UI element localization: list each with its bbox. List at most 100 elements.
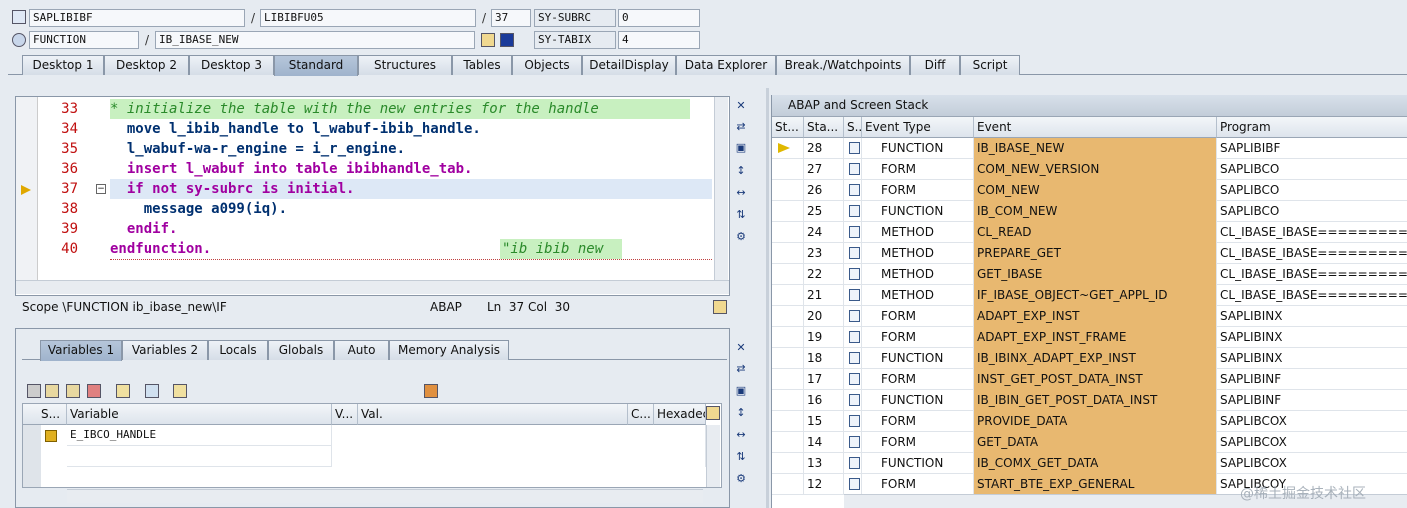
delete-icon[interactable] bbox=[27, 384, 41, 398]
subrc-value[interactable]: 0 bbox=[618, 9, 700, 27]
tab-diff[interactable]: Diff bbox=[910, 55, 960, 75]
navigate-icon[interactable] bbox=[145, 384, 159, 398]
level-cell: 23 bbox=[804, 243, 844, 264]
column-header-event[interactable]: Event bbox=[974, 117, 1217, 138]
column-header-v[interactable]: V... bbox=[332, 404, 358, 425]
table-row[interactable]: 17 FORM INST_GET_POST_DATA_INST SAPLIBINF bbox=[772, 369, 1407, 390]
replace-tool-icon[interactable]: ⇄ bbox=[733, 119, 749, 135]
column-header-value[interactable]: Val. bbox=[358, 404, 628, 425]
tab-variables-2[interactable]: Variables 2 bbox=[122, 340, 208, 360]
source-code-editor[interactable]: 33 * initialize the table with the new en… bbox=[15, 96, 730, 296]
maximize-icon[interactable]: ▣ bbox=[733, 383, 749, 399]
expand-horizontal-icon[interactable]: ↔ bbox=[733, 427, 749, 443]
table-row[interactable]: 13 FUNCTION IB_COMX_GET_DATA SAPLIBCOX bbox=[772, 453, 1407, 474]
row-selector-column[interactable] bbox=[23, 425, 41, 487]
info-icon[interactable] bbox=[500, 33, 514, 47]
event-field[interactable]: IB_IBASE_NEW bbox=[155, 31, 475, 49]
include-field[interactable]: LIBIBFU05 bbox=[260, 9, 476, 27]
column-header-event-type[interactable]: Event Type bbox=[862, 117, 974, 138]
table-row[interactable]: 21 METHOD IF_IBASE_OBJECT~GET_APPL_ID CL_IB… bbox=[772, 285, 1407, 306]
table-row[interactable]: 20 FORM ADAPT_EXP_INST SAPLIBINX bbox=[772, 306, 1407, 327]
column-header-program[interactable]: Program bbox=[1217, 117, 1407, 138]
tab-desktop-3[interactable]: Desktop 3 bbox=[189, 55, 274, 75]
editor-horizontal-scrollbar[interactable] bbox=[16, 280, 729, 294]
collapse-icon[interactable]: − bbox=[96, 184, 106, 194]
tab-detail-display[interactable]: DetailDisplay bbox=[582, 55, 676, 75]
expand-horizontal-icon[interactable]: ↔ bbox=[733, 185, 749, 201]
table-row[interactable]: 15 FORM PROVIDE_DATA SAPLIBCOX bbox=[772, 411, 1407, 432]
table-row[interactable]: 26 FORM COM_NEW SAPLIBCO bbox=[772, 180, 1407, 201]
insert-row-icon[interactable] bbox=[45, 384, 59, 398]
tab-auto[interactable]: Auto bbox=[334, 340, 389, 360]
delete-row-icon[interactable] bbox=[87, 384, 101, 398]
table-row[interactable]: 28 FUNCTION IB_IBASE_NEW SAPLIBIBF bbox=[772, 138, 1407, 159]
status-cell bbox=[772, 243, 804, 264]
tab-desktop-2[interactable]: Desktop 2 bbox=[104, 55, 189, 75]
tab-breakpoints[interactable]: Break./Watchpoints bbox=[776, 55, 910, 75]
tab-script[interactable]: Script bbox=[960, 55, 1020, 75]
variables-horizontal-scrollbar[interactable] bbox=[67, 489, 703, 503]
column-header-status[interactable]: S... bbox=[23, 404, 67, 425]
tab-structures[interactable]: Structures bbox=[358, 55, 452, 75]
tab-objects[interactable]: Objects bbox=[512, 55, 582, 75]
column-config-icon[interactable] bbox=[706, 406, 720, 420]
empty-row[interactable] bbox=[67, 446, 332, 467]
replace-tool-icon[interactable]: ⇄ bbox=[733, 361, 749, 377]
editor-vertical-scrollbar[interactable] bbox=[714, 97, 728, 280]
settings-icon[interactable]: ⚙ bbox=[733, 229, 749, 245]
table-row[interactable]: 27 FORM COM_NEW_VERSION SAPLIBCO bbox=[772, 159, 1407, 180]
maximize-icon[interactable]: ▣ bbox=[733, 140, 749, 156]
expand-vertical-icon[interactable]: ↕ bbox=[733, 163, 749, 179]
tab-globals[interactable]: Globals bbox=[268, 340, 334, 360]
close-icon[interactable]: ✕ bbox=[733, 340, 749, 356]
save-icon[interactable] bbox=[424, 384, 438, 398]
table-row[interactable]: 24 METHODCL_READCL_IBASE_IBASE===========… bbox=[772, 222, 1407, 243]
tab-memory-analysis[interactable]: Memory Analysis bbox=[389, 340, 509, 360]
tree-icon[interactable] bbox=[116, 384, 130, 398]
append-row-icon[interactable] bbox=[66, 384, 80, 398]
table-row[interactable]: 23 METHOD PREPARE_GET CL_IBASE_IBASE=======… bbox=[772, 243, 1407, 264]
column-header-level[interactable]: Sta... bbox=[804, 117, 844, 138]
expand-vertical-icon[interactable]: ↕ bbox=[733, 405, 749, 421]
close-icon[interactable]: ✕ bbox=[733, 98, 749, 114]
column-header-screen[interactable]: S... bbox=[844, 117, 862, 138]
program-cell: SAPLIBINX bbox=[1217, 306, 1407, 327]
table-row[interactable]: 25 FUNCTION IB_COM_NEW SAPLIBCO bbox=[772, 201, 1407, 222]
column-header-hex[interactable]: Hexadec bbox=[654, 404, 706, 425]
event-cell: INST_GET_POST_DATA_INST bbox=[974, 369, 1217, 390]
table-row[interactable]: 14 FORM GET_DATA SAPLIBCOX bbox=[772, 432, 1407, 453]
event-type-field[interactable]: FUNCTION bbox=[29, 31, 139, 49]
line-field[interactable]: 37 bbox=[491, 9, 531, 27]
status-cell bbox=[772, 159, 804, 180]
tab-locals[interactable]: Locals bbox=[208, 340, 268, 360]
table-row[interactable]: 22 METHOD GET_IBASE CL_IBASE_IBASE=========… bbox=[772, 264, 1407, 285]
table-row[interactable]: 18 FUNCTION IB_IBINX_ADAPT_EXP_INST SAPLIBI… bbox=[772, 348, 1407, 369]
tab-data-explorer[interactable]: Data Explorer bbox=[676, 55, 776, 75]
program-cell: SAPLIBCOX bbox=[1217, 411, 1407, 432]
column-header-variable[interactable]: Variable bbox=[67, 404, 332, 425]
column-header-status[interactable]: St... bbox=[772, 117, 804, 138]
swap-icon[interactable]: ⇅ bbox=[733, 449, 749, 465]
tab-variables-1[interactable]: Variables 1 bbox=[40, 340, 122, 361]
settings-icon[interactable]: ⚙ bbox=[733, 471, 749, 487]
editor-options-icon[interactable] bbox=[713, 300, 727, 314]
tab-tables[interactable]: Tables bbox=[452, 55, 512, 75]
folder-icon[interactable] bbox=[173, 384, 187, 398]
where-used-icon[interactable] bbox=[481, 33, 495, 47]
table-row[interactable]: 19 FORM ADAPT_EXP_INST_FRAME SAPLIBINX bbox=[772, 327, 1407, 348]
status-cell bbox=[772, 411, 804, 432]
swap-icon[interactable]: ⇅ bbox=[733, 207, 749, 223]
source-code-icon bbox=[849, 184, 860, 196]
event-type-cell: FUNCTION bbox=[862, 201, 974, 222]
table-row[interactable]: E_IBCO_HANDLE bbox=[67, 425, 332, 446]
tabix-value[interactable]: 4 bbox=[618, 31, 700, 49]
code-text: if not sy-subrc is initial. bbox=[110, 181, 355, 197]
program-field[interactable]: SAPLIBIBF bbox=[29, 9, 245, 27]
column-header-c[interactable]: C... bbox=[628, 404, 654, 425]
value-cell[interactable] bbox=[332, 425, 706, 467]
tab-standard[interactable]: Standard bbox=[274, 55, 358, 76]
variables-vertical-scrollbar[interactable] bbox=[706, 425, 720, 487]
table-row[interactable]: 16 FUNCTION IB_IBIN_GET_POST_DATA_INST SAPL… bbox=[772, 390, 1407, 411]
tab-desktop-1[interactable]: Desktop 1 bbox=[22, 55, 104, 75]
event-cell: IB_IBINX_ADAPT_EXP_INST bbox=[974, 348, 1217, 369]
